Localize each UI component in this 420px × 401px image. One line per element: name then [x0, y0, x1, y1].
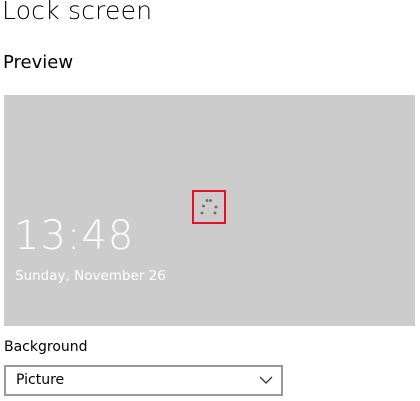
preview-date: Sunday, November 26 — [15, 268, 166, 284]
preview-section-title: Preview — [3, 52, 74, 73]
loading-spinner-icon — [200, 199, 218, 215]
page-title: Lock screen — [2, 0, 153, 25]
preview-time: 13:48 — [14, 213, 135, 259]
chevron-down-icon — [259, 376, 273, 384]
background-dropdown[interactable]: Picture — [4, 365, 283, 396]
background-label: Background — [4, 339, 88, 355]
background-dropdown-value: Picture — [16, 372, 65, 388]
lock-screen-preview: 13:48 Sunday, November 26 — [4, 95, 415, 326]
loading-highlight-box — [192, 190, 226, 224]
